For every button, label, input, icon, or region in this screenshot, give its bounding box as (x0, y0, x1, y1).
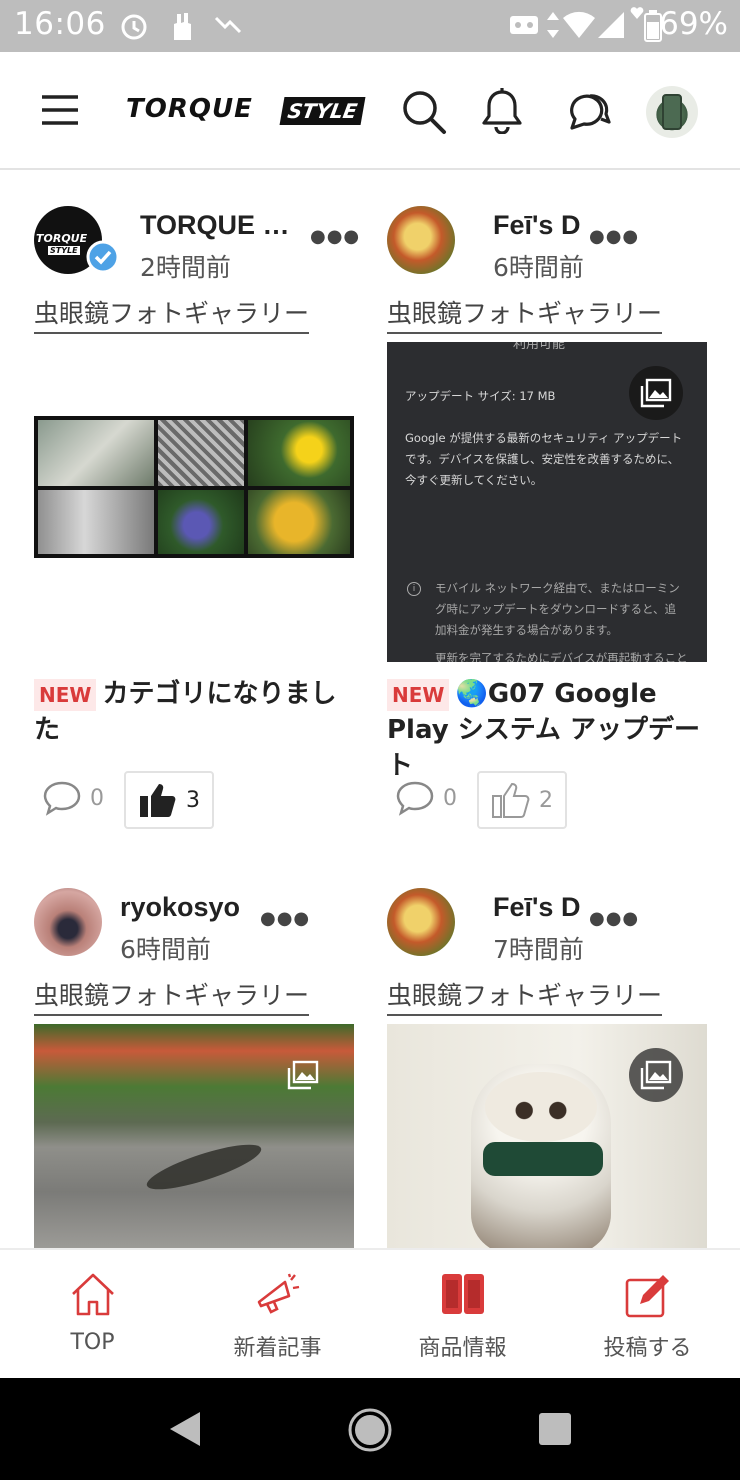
nav-top-label: TOP (70, 1330, 115, 1355)
post-title[interactable]: NEW 🌏G07 Google Play システム アップデート (387, 676, 707, 784)
chat-icon[interactable] (562, 88, 612, 134)
nav-new-articles-label: 新着記事 (233, 1336, 322, 1361)
nav-post-label: 投稿する (603, 1336, 692, 1361)
post-time: 6時間前 (493, 253, 584, 282)
nav-products-label: 商品情報 (418, 1336, 507, 1361)
screenshot-body-text: Google が提供する最新のセキュリティ アップデートです。デバイスを保護し、… (405, 431, 683, 487)
thumbs-up-icon (140, 784, 176, 817)
like-button[interactable]: 2 (477, 771, 567, 829)
author-name[interactable]: Feī's D (493, 892, 580, 923)
hamburger-icon[interactable] (40, 94, 80, 126)
post-image[interactable] (387, 1024, 707, 1248)
thumbs-up-outline-icon (492, 782, 530, 818)
comment-count: 0 (90, 785, 104, 811)
comment-button[interactable]: 0 (395, 779, 457, 817)
comment-button[interactable]: 0 (42, 779, 104, 817)
trend-icon (214, 16, 242, 34)
back-icon[interactable] (166, 1410, 204, 1448)
home-button-icon[interactable] (346, 1406, 394, 1454)
gallery-icon (640, 1060, 672, 1090)
hand-icon (174, 13, 191, 40)
signal-icon (598, 12, 624, 38)
more-options-icon[interactable]: ●●● (260, 908, 310, 929)
nav-post[interactable]: 投稿する (555, 1250, 740, 1380)
brand-logo[interactable]: TORQUE STYLE (126, 94, 366, 128)
gallery-icon (640, 378, 672, 408)
nav-products[interactable]: 商品情報 (370, 1250, 555, 1380)
screenshot-top-text: 利用可能 (513, 342, 566, 352)
recents-icon[interactable] (538, 1412, 572, 1446)
post-time: 7時間前 (493, 935, 584, 964)
phone-icon (441, 1274, 484, 1314)
author-name[interactable]: Feī's D (493, 210, 580, 241)
post-time: 2時間前 (140, 253, 231, 282)
more-options-icon[interactable]: ●●● (310, 226, 360, 247)
post-reactions: 0 2 (387, 771, 707, 831)
new-badge: NEW (387, 679, 450, 711)
gallery-icon (287, 1060, 319, 1090)
logo-badge: STYLE (279, 97, 366, 125)
more-options-icon[interactable]: ●●● (589, 908, 639, 929)
bell-icon[interactable] (480, 86, 524, 134)
verified-icon (86, 240, 120, 274)
screenshot-size-text: アップデート サイズ: 17 MB (405, 389, 556, 403)
category-link[interactable]: 虫眼鏡フォトギャラリー (34, 294, 310, 334)
author-name[interactable]: ryokosyo (120, 892, 240, 923)
post-image[interactable] (34, 342, 354, 662)
comment-count: 0 (443, 785, 457, 811)
status-time: 16:06 (14, 6, 106, 42)
gallery-badge (276, 1048, 330, 1102)
info-icon: i (407, 582, 421, 596)
bottom-navigation: TOP 新着記事 商品情報 投稿する (0, 1248, 740, 1378)
category-link[interactable]: 虫眼鏡フォトギャラリー (387, 294, 663, 334)
edit-icon (625, 1275, 669, 1318)
megaphone-icon (257, 1273, 299, 1314)
system-navigation-bar (0, 1378, 740, 1480)
author-avatar[interactable] (387, 888, 455, 956)
post-time: 6時間前 (120, 935, 211, 964)
nav-new-articles[interactable]: 新着記事 (185, 1250, 370, 1380)
gallery-badge (629, 1048, 683, 1102)
post-image[interactable] (34, 1024, 354, 1248)
post-image[interactable]: 利用可能 アップデート サイズ: 17 MB Google が提供する最新のセキ… (387, 342, 707, 662)
screenshot-note-text: モバイル ネットワーク経由で、またはローミング時にアップデートをダウンロードする… (435, 581, 680, 637)
logo-word: TORQUE (126, 94, 253, 124)
author-name[interactable]: TORQUE … (140, 210, 290, 241)
data-arrows-icon (547, 12, 559, 38)
author-avatar[interactable] (387, 206, 455, 274)
alarm-icon (121, 14, 147, 40)
like-count: 3 (186, 787, 200, 813)
author-avatar[interactable] (34, 888, 102, 956)
battery-percent: 69% (659, 6, 728, 42)
search-icon[interactable] (400, 88, 448, 136)
user-avatar[interactable] (646, 86, 698, 138)
nav-top[interactable]: TOP (0, 1250, 185, 1380)
comment-icon (43, 781, 81, 816)
status-bar: 16:06 69% (0, 0, 740, 52)
like-button[interactable]: 3 (124, 771, 214, 829)
like-count: 2 (539, 787, 553, 813)
category-link[interactable]: 虫眼鏡フォトギャラリー (387, 976, 663, 1016)
category-link[interactable]: 虫眼鏡フォトギャラリー (34, 976, 310, 1016)
post-title[interactable]: NEW カテゴリになりました (34, 676, 354, 748)
wifi-icon (563, 11, 595, 39)
comment-icon (396, 781, 434, 816)
vr-icon (510, 16, 538, 34)
heart-icon (630, 7, 644, 19)
app-header: TORQUE STYLE (0, 52, 740, 170)
home-icon (71, 1273, 114, 1316)
new-badge: NEW (34, 679, 97, 711)
post-reactions: 0 3 (34, 771, 354, 831)
more-options-icon[interactable]: ●●● (589, 226, 639, 247)
gallery-badge (629, 366, 683, 420)
screenshot-footer-text: 更新を完了するためにデバイスが再起動すること (435, 651, 688, 662)
